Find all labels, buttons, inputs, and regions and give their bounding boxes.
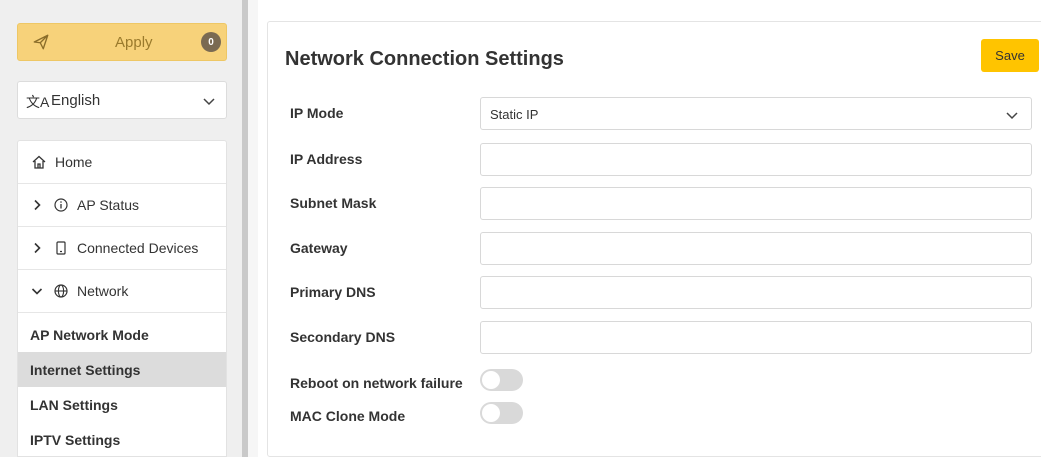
sidebar-item-iptv-settings[interactable]: IPTV Settings (18, 422, 226, 456)
apply-label: Apply (115, 34, 153, 51)
subnet-mask-input[interactable] (480, 187, 1032, 220)
page: Apply 0 文A English Home AP Status Connec… (0, 0, 1041, 457)
sidebar-item-internet-settings[interactable]: Internet Settings (18, 352, 226, 387)
ip-mode-select[interactable]: Static IP (480, 97, 1032, 130)
scrollbar-thumb[interactable] (242, 0, 248, 457)
device-icon (56, 241, 66, 255)
translate-icon: 文A (26, 94, 50, 110)
network-settings-panel: Network Connection Settings Save IP Mode… (267, 21, 1041, 457)
sidebar-item-label: Internet Settings (30, 361, 141, 378)
sidebar-item-label: Connected Devices (77, 240, 199, 256)
sidebar-item-label: IPTV Settings (30, 431, 121, 448)
pending-changes-badge: 0 (201, 32, 221, 52)
gateway-input[interactable] (480, 232, 1032, 265)
ip-mode-label: IP Mode (290, 105, 344, 121)
sidebar-item-home[interactable]: Home (18, 141, 226, 184)
sidebar-item-label: Network (77, 283, 129, 299)
sidebar-item-network[interactable]: Network (18, 270, 226, 313)
ip-address-input[interactable] (480, 143, 1032, 176)
sidebar-item-lan-settings[interactable]: LAN Settings (18, 387, 226, 422)
chevron-down-icon (203, 98, 215, 106)
primary-dns-input[interactable] (480, 276, 1032, 309)
gateway-label: Gateway (290, 240, 348, 256)
sidebar-nav: Home AP Status Connected Devices Network… (17, 140, 227, 457)
save-button[interactable]: Save (981, 39, 1039, 72)
send-icon (33, 34, 49, 50)
reboot-on-failure-toggle[interactable] (480, 369, 523, 391)
toggle-knob (482, 371, 500, 389)
mac-clone-mode-label: MAC Clone Mode (290, 408, 406, 424)
ip-mode-value: Static IP (490, 107, 539, 122)
home-icon (32, 155, 46, 169)
language-select[interactable]: 文A English (17, 81, 227, 119)
chevron-down-icon (1006, 112, 1018, 120)
reboot-on-failure-label: Reboot on network failure (290, 375, 463, 391)
page-title: Network Connection Settings (285, 48, 564, 70)
chevron-down-icon (31, 288, 43, 295)
toggle-knob (482, 404, 500, 422)
primary-dns-label: Primary DNS (290, 284, 376, 300)
sidebar: Apply 0 文A English Home AP Status Connec… (0, 0, 242, 457)
chevron-right-icon (34, 242, 41, 254)
chevron-right-icon (34, 199, 41, 211)
mac-clone-mode-toggle[interactable] (480, 402, 523, 424)
apply-button[interactable]: Apply 0 (17, 23, 227, 61)
sidebar-item-connected-devices[interactable]: Connected Devices (18, 227, 226, 270)
secondary-dns-input[interactable] (480, 321, 1032, 354)
info-icon (54, 198, 68, 212)
language-label: English (51, 92, 101, 109)
sidebar-item-label: Home (55, 154, 93, 170)
sidebar-item-label: AP Status (77, 197, 140, 213)
ip-address-label: IP Address (290, 151, 363, 167)
secondary-dns-label: Secondary DNS (290, 329, 396, 345)
subnet-mask-label: Subnet Mask (290, 195, 377, 211)
sidebar-scrollbar[interactable] (242, 0, 258, 457)
sidebar-item-label: LAN Settings (30, 396, 118, 413)
sidebar-item-ap-network-mode[interactable]: AP Network Mode (18, 317, 226, 352)
sidebar-item-label: AP Network Mode (30, 326, 149, 343)
sidebar-item-ap-status[interactable]: AP Status (18, 184, 226, 227)
globe-icon (54, 284, 68, 298)
